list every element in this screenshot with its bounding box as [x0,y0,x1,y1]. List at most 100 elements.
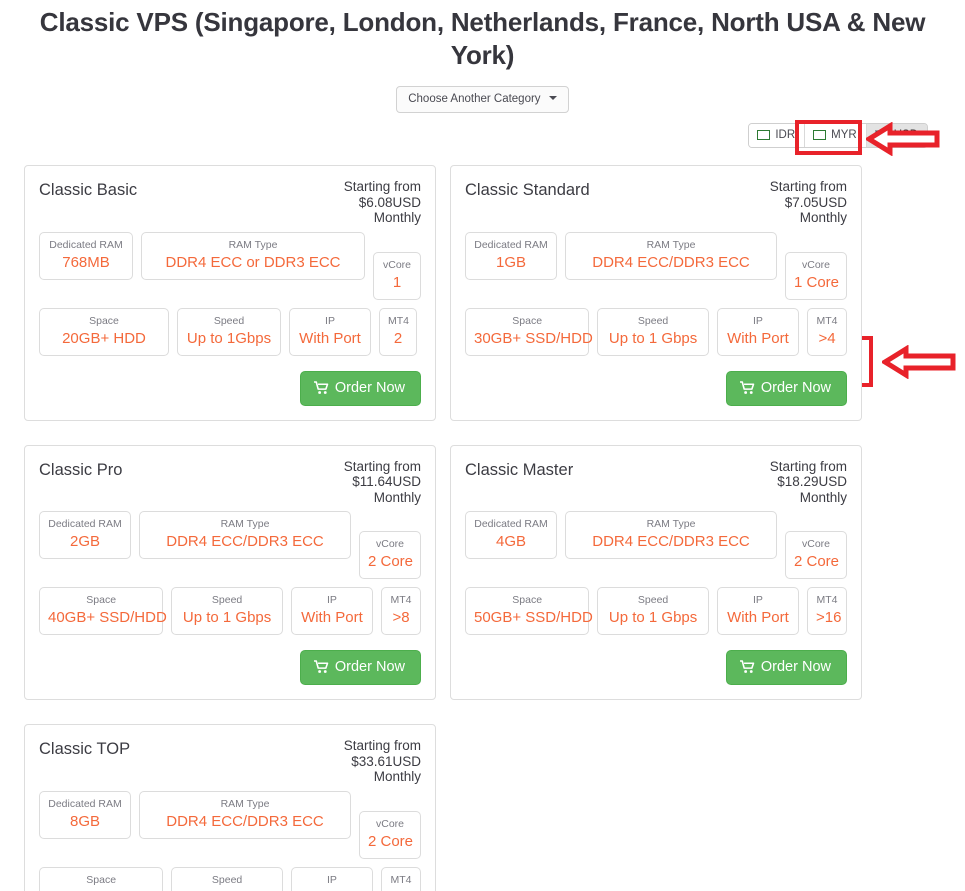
order-now-button[interactable]: Order Now [725,650,847,685]
spec-row-primary: Dedicated RAM 8GB RAM Type DDR4 ECC/DDR3… [39,790,421,859]
spec-label: Space [86,594,117,606]
spec-value: With Port [299,329,361,347]
order-now-label: Order Now [334,379,405,396]
spec-label: vCore [375,817,404,830]
spec-value: 20GB+ HDD [62,329,146,347]
spec-value: 2GB [69,533,100,550]
spec-label: RAM Type [220,518,270,530]
spec-space: Space 50GB+ SSD/HDD [465,587,593,635]
plan-price-block: Starting from $11.64USD Monthly [344,459,421,506]
spec-value: >4 [818,329,836,347]
plan-title: Classic Basic [39,181,138,199]
order-now-label: Order Now [760,379,831,396]
spec-value: Up to 1 Gbps [182,609,272,626]
spec-label: Speed [213,314,245,327]
plan-price: $11.64USD [352,474,421,489]
plan-price: $18.29USD [777,474,847,489]
spec-space: Space 20GB+ HDD [39,307,169,356]
page-root: Classic VPS (Singapore, London, Netherla… [0,0,965,891]
spec-vcore: vCore 2 Core [359,810,421,859]
plan-price: $6.08USD [358,194,421,210]
plan-period: Monthly [373,210,421,225]
spec-value: Up to 1Gbps [186,329,272,347]
spec-label: vCore [801,538,830,550]
order-now-button[interactable]: Order Now [725,370,847,406]
spec-row-primary: Dedicated RAM 768MB RAM Type DDR4 ECC or… [39,231,421,300]
currency-switcher: IDR MYR USD [748,123,928,148]
spec-value: 2 Core [368,832,414,850]
currency-label-myr: MYR [831,129,857,141]
currency-button-myr[interactable]: MYR [805,124,867,147]
spec-value: With Port [300,888,364,891]
spec-row-primary: Dedicated RAM 2GB RAM Type DDR4 ECC/DDR3… [39,511,421,579]
currency-button-usd[interactable]: USD [866,124,927,147]
plan-card-classic-pro[interactable]: Classic Pro Starting from $11.64USD Mont… [24,444,436,700]
spec-rows: Dedicated RAM 768MB RAM Type DDR4 ECC or… [39,231,421,356]
spec-value: DDR4 ECC/DDR3 ECC [592,533,750,550]
spec-mt4: MT4 2 [379,307,417,356]
shopping-cart-icon [739,380,755,394]
card-header: Classic Basic Starting from $6.08USD Mon… [39,179,421,226]
spec-label: Speed [637,594,669,606]
spec-vcore: vCore 2 Core [785,531,847,579]
order-now-button[interactable]: Order Now [299,650,421,685]
spec-label: Dedicated RAM [48,797,122,810]
plan-card-classic-master[interactable]: Classic Master Starting from $18.29USD M… [450,444,862,700]
spec-value: DDR4 ECC/DDR3 ECC [166,533,324,550]
spec-label: IP [326,873,337,886]
shopping-cart-icon [313,380,329,394]
spec-value: 4GB [495,533,526,550]
spec-label: vCore [801,258,830,271]
spec-label: Dedicated RAM [474,518,548,530]
spec-value: >16 [816,609,842,626]
spec-value: >32 [390,888,415,891]
card-footer: Order Now [465,370,847,406]
spec-label: IP [752,314,763,327]
spec-value: DDR4 ECC or DDR3 ECC [165,253,341,271]
spec-row-secondary: Space 30GB+ SSD/HDD Speed Up to 1 Gbps I… [465,307,847,356]
choose-another-category-button[interactable]: Choose Another Category [396,86,569,113]
spec-value: Up to 1 Gbps [608,609,698,626]
spec-ram-type: RAM Type DDR4 ECC/DDR3 ECC [139,790,351,839]
category-row: Choose Another Category [0,86,965,113]
spec-vcore: vCore 1 Core [785,251,847,300]
spec-row-secondary: Space 20GB+ HDD Speed Up to 1Gbps IP Wit… [39,307,421,356]
plan-price-block: Starting from $6.08USD Monthly [344,179,421,226]
spec-ram-type: RAM Type DDR4 ECC/DDR3 ECC [565,231,777,280]
spec-value: 8GB [69,812,100,830]
currency-button-idr[interactable]: IDR [749,124,806,147]
order-now-label: Order Now [334,659,405,675]
spec-dedicated-ram: Dedicated RAM 768MB [39,231,133,280]
spec-rows: Dedicated RAM 4GB RAM Type DDR4 ECC/DDR3… [465,511,847,635]
plan-title: Classic Pro [39,460,123,479]
spec-label: MT4 [388,314,409,327]
plan-title: Classic TOP [39,740,131,758]
starting-from-label: Starting from [769,179,847,194]
plan-card-classic-standard[interactable]: Classic Standard Starting from $7.05USD … [450,165,862,421]
spec-ram-type: RAM Type DDR4 ECC/DDR3 ECC [565,511,777,559]
spec-label: MT4 [816,314,838,327]
chevron-down-icon [548,96,557,100]
spec-value: 1 [392,273,402,291]
starting-from-label: Starting from [343,738,421,753]
spec-speed: Speed Up to 1 Gbps [597,307,709,356]
spec-label: vCore [382,258,411,271]
plan-price-block: Starting from $18.29USD Monthly [770,459,847,506]
spec-value: 2 [393,329,403,347]
plan-card-classic-basic[interactable]: Classic Basic Starting from $6.08USD Mon… [24,165,436,421]
spec-speed: Speed Up to 1 Gbps [597,587,709,635]
starting-from-label: Starting from [343,179,421,194]
spec-value: With Port [727,609,789,626]
spec-rows: Dedicated RAM 1GB RAM Type DDR4 ECC/DDR3… [465,231,847,356]
spec-mt4: MT4 >4 [807,307,847,356]
plan-period: Monthly [799,210,847,225]
spec-row-primary: Dedicated RAM 4GB RAM Type DDR4 ECC/DDR3… [465,511,847,579]
spec-row-secondary: Space 40GB+ SSD/HDD Speed Up to 1 Gbps I… [39,587,421,635]
shopping-cart-icon [313,660,329,673]
spec-rows: Dedicated RAM 8GB RAM Type DDR4 ECC/DDR3… [39,790,421,891]
spec-value: Up to 1 Gbps [180,888,274,891]
spec-value: 40GB+ SSD/HDD [48,609,167,626]
plan-card-classic-top[interactable]: Classic TOP Starting from $33.61USD Mont… [24,724,436,891]
plan-period: Monthly [373,489,421,505]
order-now-button[interactable]: Order Now [299,370,421,406]
